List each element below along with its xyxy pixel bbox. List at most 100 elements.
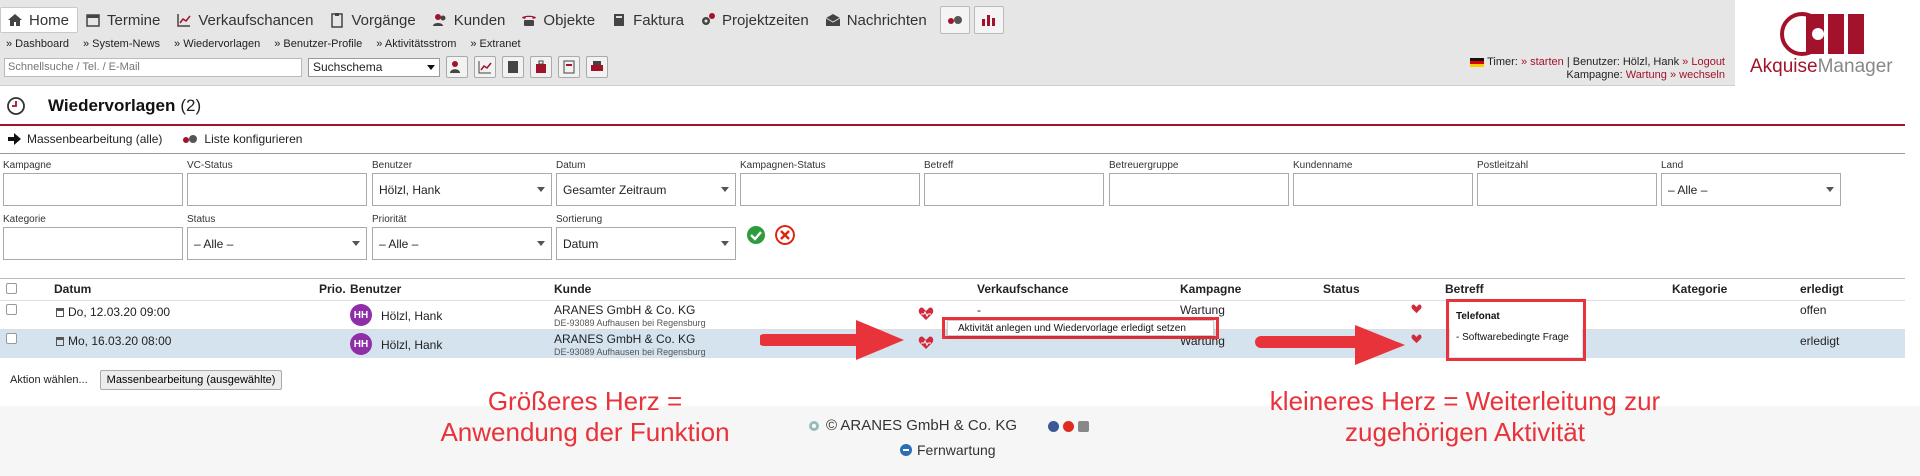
nav-projektzeiten[interactable]: Projektzeiten xyxy=(693,7,818,33)
new-document-button[interactable] xyxy=(558,56,580,78)
filter-label: Land xyxy=(1661,160,1684,171)
new-customer-button[interactable] xyxy=(446,56,468,78)
search-schema-select[interactable]: Suchschema xyxy=(308,57,440,77)
row-checkbox[interactable] xyxy=(6,333,17,344)
heart-add-activity-icon[interactable] xyxy=(918,307,934,321)
campaign-switch-link[interactable]: » wechseln xyxy=(1670,69,1725,81)
heart-activity-link-icon[interactable] xyxy=(1411,304,1422,314)
col-erledigt[interactable]: erledigt xyxy=(1800,282,1843,296)
xing-icon[interactable] xyxy=(1078,421,1089,432)
kampagne-input[interactable] xyxy=(3,173,183,206)
new-case-button[interactable] xyxy=(530,56,552,78)
campaign-value: Wartung xyxy=(1625,69,1667,81)
nav-faktura[interactable]: Faktura xyxy=(604,7,693,33)
betreff-input[interactable] xyxy=(924,173,1104,206)
filter-label: Postleitzahl xyxy=(1477,160,1529,171)
nav-nachrichten[interactable]: Nachrichten xyxy=(818,7,936,33)
filter-value: Datum xyxy=(563,236,599,251)
col-verkaufschance[interactable]: Verkaufschance xyxy=(977,282,1068,296)
subnav-aktivitaetsstrom[interactable]: » Aktivitätsstrom xyxy=(376,38,456,50)
col-prio[interactable]: Prio. xyxy=(319,282,346,296)
reset-filter-button[interactable] xyxy=(775,225,795,245)
new-opportunity-button[interactable] xyxy=(474,56,496,78)
status-select[interactable]: – Alle – xyxy=(187,227,367,260)
heart-add-activity-icon[interactable] xyxy=(918,336,934,350)
avatar: HH xyxy=(350,333,372,355)
kundenname-input[interactable] xyxy=(1293,173,1473,206)
nav-label: Kunden xyxy=(453,11,506,29)
apply-filter-button[interactable] xyxy=(746,225,766,245)
col-betreff[interactable]: Betreff xyxy=(1445,282,1484,296)
bag-icon xyxy=(536,60,546,73)
new-invoice-button[interactable] xyxy=(502,56,524,78)
brand-part1: Akquise xyxy=(1750,56,1818,77)
remote-support-link[interactable]: Fernwartung xyxy=(900,442,996,458)
nav-label: Objekte xyxy=(543,11,596,29)
search-schema-value: Suchschema xyxy=(313,60,383,74)
table-header: Datum Prio. Benutzer Kunde Verkaufschanc… xyxy=(0,282,1905,297)
youtube-icon[interactable] xyxy=(1063,421,1074,432)
select-all-checkbox[interactable] xyxy=(6,283,17,294)
page-header: Wiedervorlagen (2) xyxy=(6,96,201,116)
subnav-benutzer-profile[interactable]: » Benutzer-Profile xyxy=(274,38,362,50)
logout-link[interactable]: » Logout xyxy=(1682,56,1725,68)
col-kampagne[interactable]: Kampagne xyxy=(1180,282,1241,296)
page-title: Wiedervorlagen xyxy=(48,96,176,115)
benutzer-select[interactable]: Hölzl, Hank xyxy=(372,173,552,206)
nav-objekte[interactable]: Objekte xyxy=(514,7,604,33)
kampagnen-status-input[interactable] xyxy=(740,173,920,206)
col-datum[interactable]: Datum xyxy=(54,282,91,296)
postleitzahl-input[interactable] xyxy=(1477,173,1657,206)
filter-label: Betreff xyxy=(924,160,954,171)
prioritaet-select[interactable]: – Alle – xyxy=(372,227,552,260)
col-kategorie[interactable]: Kategorie xyxy=(1672,282,1727,296)
subnav-wiedervorlagen[interactable]: » Wiedervorlagen xyxy=(174,38,260,50)
sortierung-select[interactable]: Datum xyxy=(556,227,736,260)
heart-activity-link-icon[interactable] xyxy=(1411,334,1422,344)
nav-termine[interactable]: Termine xyxy=(78,7,169,33)
bulk-action-label: Aktion wählen... xyxy=(10,374,88,386)
annotation-arrow xyxy=(1255,325,1405,365)
nav-kunden[interactable]: Kunden xyxy=(425,7,515,33)
configure-list-link[interactable]: Liste konfigurieren xyxy=(182,132,302,146)
filter-label: Priorität xyxy=(372,214,407,225)
subnav-dashboard[interactable]: » Dashboard xyxy=(6,38,69,50)
filter-label: Sortierung xyxy=(556,214,603,225)
calendar-icon xyxy=(86,14,100,27)
campaign-label: Kampagne: xyxy=(1566,69,1623,81)
land-select[interactable]: – Alle – xyxy=(1661,173,1841,206)
new-print-button[interactable] xyxy=(586,56,608,78)
annotation-arrow xyxy=(760,320,904,360)
nav-reports-button[interactable] xyxy=(973,6,1004,34)
vc-status-input[interactable] xyxy=(187,173,367,206)
bulk-edit-all-link[interactable]: Massenbearbeitung (alle) xyxy=(8,132,162,146)
nav-verkaufschancen[interactable]: Verkaufschancen xyxy=(169,7,322,33)
book-icon xyxy=(614,14,625,26)
document-icon xyxy=(563,60,575,74)
akquise-manager-logo xyxy=(1780,12,1864,56)
chevron-down-icon xyxy=(537,187,545,192)
col-kunde[interactable]: Kunde xyxy=(554,282,591,296)
nav-home[interactable]: Home xyxy=(0,7,79,33)
users-icon xyxy=(432,14,446,26)
row-kunde[interactable]: ARANES GmbH & Co. KG xyxy=(554,303,695,317)
header-divider xyxy=(0,124,1905,126)
datum-select[interactable]: Gesamter Zeitraum xyxy=(556,173,736,206)
subnav-extranet[interactable]: » Extranet xyxy=(470,38,520,50)
annotation-left: Größeres Herz = Anwendung der Funktion xyxy=(435,386,735,448)
bulk-edit-selected-button[interactable]: Massenbearbeitung (ausgewählte) xyxy=(99,370,283,390)
main-nav: Home Termine Verkaufschancen Vorgänge Ku… xyxy=(0,6,1004,34)
timer-start-link[interactable]: » starten xyxy=(1521,56,1564,68)
nav-activity-button[interactable] xyxy=(939,6,970,34)
row-kunde[interactable]: ARANES GmbH & Co. KG xyxy=(554,332,695,346)
col-benutzer[interactable]: Benutzer xyxy=(350,282,401,296)
row-verkaufschance: - xyxy=(977,303,981,317)
kategorie-input[interactable] xyxy=(3,227,183,260)
nav-vorgaenge[interactable]: Vorgänge xyxy=(322,7,424,33)
quick-search-input[interactable] xyxy=(4,57,302,77)
betreuergruppe-input[interactable] xyxy=(1109,173,1289,206)
facebook-icon[interactable] xyxy=(1048,421,1059,432)
row-checkbox[interactable] xyxy=(6,304,17,315)
col-status[interactable]: Status xyxy=(1323,282,1360,296)
subnav-system-news[interactable]: » System-News xyxy=(83,38,160,50)
